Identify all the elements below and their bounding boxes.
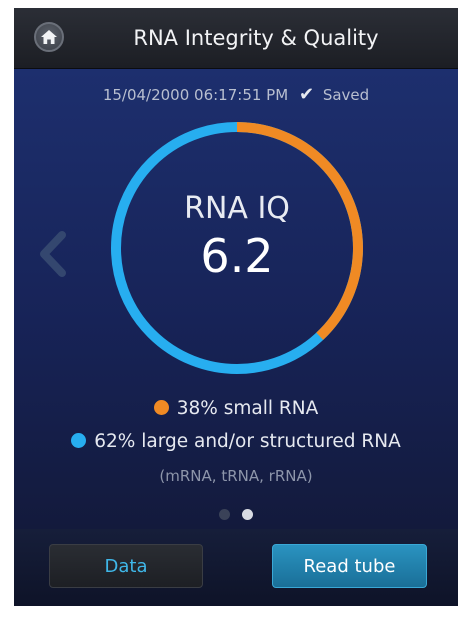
chevron-left-icon [40,231,66,277]
data-button[interactable]: Data [49,544,203,588]
rna-iq-label: RNA IQ [184,191,290,226]
status-row: 15/04/2000 06:17:51 PM ✔ Saved [14,84,458,105]
page-dot-1[interactable] [219,509,231,520]
home-icon [41,30,57,44]
large-rna-dot [71,433,87,448]
page-indicator [14,505,458,524]
title-bar: RNA Integrity & Quality [14,8,458,69]
timestamp: 15/04/2000 06:17:51 PM [102,86,289,104]
screen-title: RNA Integrity & Quality [133,26,379,50]
large-rna-text: 62% large and/or structured RNA [94,431,401,452]
page-dot-2[interactable] [241,509,253,520]
legend-small-rna: 38% small RNA [14,398,458,419]
saved-status: Saved [322,86,370,104]
rna-types-note: (mRNA, tRNA, rRNA) [159,467,313,485]
legend-large-rna: 62% large and/or structured RNA [14,431,458,452]
action-bar: Data Read tube [14,529,458,606]
instrument-screen: RNA Integrity & Quality 15/04/2000 06:17… [14,8,458,606]
result-panel: 15/04/2000 06:17:51 PM ✔ Saved RNA IQ 6.… [14,69,458,529]
small-rna-text: 38% small RNA [176,398,319,419]
checkmark-icon: ✔ [298,84,315,105]
small-rna-dot [153,400,169,415]
read-tube-button[interactable]: Read tube [272,544,427,588]
previous-page-button[interactable] [34,229,70,283]
home-button[interactable] [34,22,64,52]
rna-iq-value: 6.2 [200,229,274,283]
